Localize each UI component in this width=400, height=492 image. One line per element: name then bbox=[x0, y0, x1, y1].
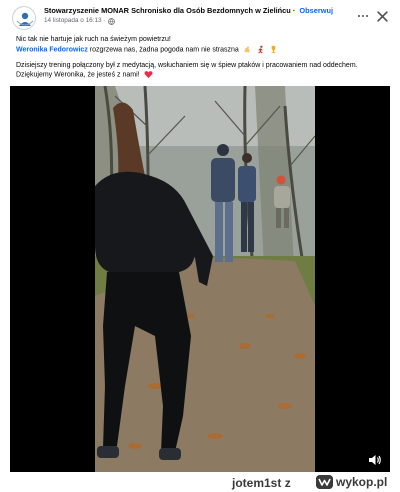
globe-icon bbox=[107, 17, 115, 25]
volume-icon[interactable] bbox=[368, 454, 382, 466]
post-line-4: Dziękujemy Weronika, że jesteś z nami! bbox=[16, 70, 388, 80]
monar-logo-icon bbox=[13, 7, 35, 29]
flexed-biceps-icon bbox=[244, 46, 250, 52]
separator-dot: · bbox=[292, 6, 296, 15]
watermark-site: wykop.pl bbox=[336, 475, 388, 489]
follow-button[interactable]: Obserwuj bbox=[299, 6, 333, 15]
mention-link[interactable]: Weronika Fedorowicz bbox=[16, 46, 88, 53]
watermark-username: jotem1st z bbox=[232, 476, 291, 490]
post-line-2-text: rozgrzewa nas, żadna pogoda nam nie stra… bbox=[87, 45, 239, 53]
more-options-icon bbox=[357, 14, 361, 18]
separator-dot-meta: · bbox=[103, 17, 106, 24]
page-avatar[interactable] bbox=[12, 6, 36, 30]
post-header: Stowarzyszenie MONAR Schronisko dla Osób… bbox=[44, 6, 333, 26]
close-icon[interactable] bbox=[376, 10, 389, 23]
wykop-logo-icon bbox=[316, 475, 333, 489]
post-timestamp[interactable]: 14 listopada o 16:13 bbox=[44, 16, 102, 26]
red-heart-icon bbox=[144, 71, 153, 79]
trophy-icon bbox=[271, 45, 275, 53]
video-player[interactable] bbox=[10, 86, 390, 472]
more-options-button[interactable] bbox=[356, 11, 370, 21]
post-line-4-text: Dziękujemy Weronika, że jesteś z nami! bbox=[16, 71, 140, 79]
post-line-1: Nic tak nie hartuje jak ruch na świeżym … bbox=[16, 36, 171, 43]
post-body: Nic tak nie hartuje jak ruch na świeżym … bbox=[16, 35, 388, 80]
watermark-bar: jotem1st z wykop.pl bbox=[0, 472, 400, 492]
post-line-2: Weronika Fedorowicz rozgrzewa nas, żadna… bbox=[16, 45, 388, 55]
post-line-3: Dzisiejszy trening połączony był z medyt… bbox=[16, 61, 358, 69]
page-name-link[interactable]: Stowarzyszenie MONAR Schronisko dla Osób… bbox=[44, 6, 291, 15]
running-person-icon bbox=[258, 45, 263, 54]
video-frame bbox=[95, 86, 315, 472]
